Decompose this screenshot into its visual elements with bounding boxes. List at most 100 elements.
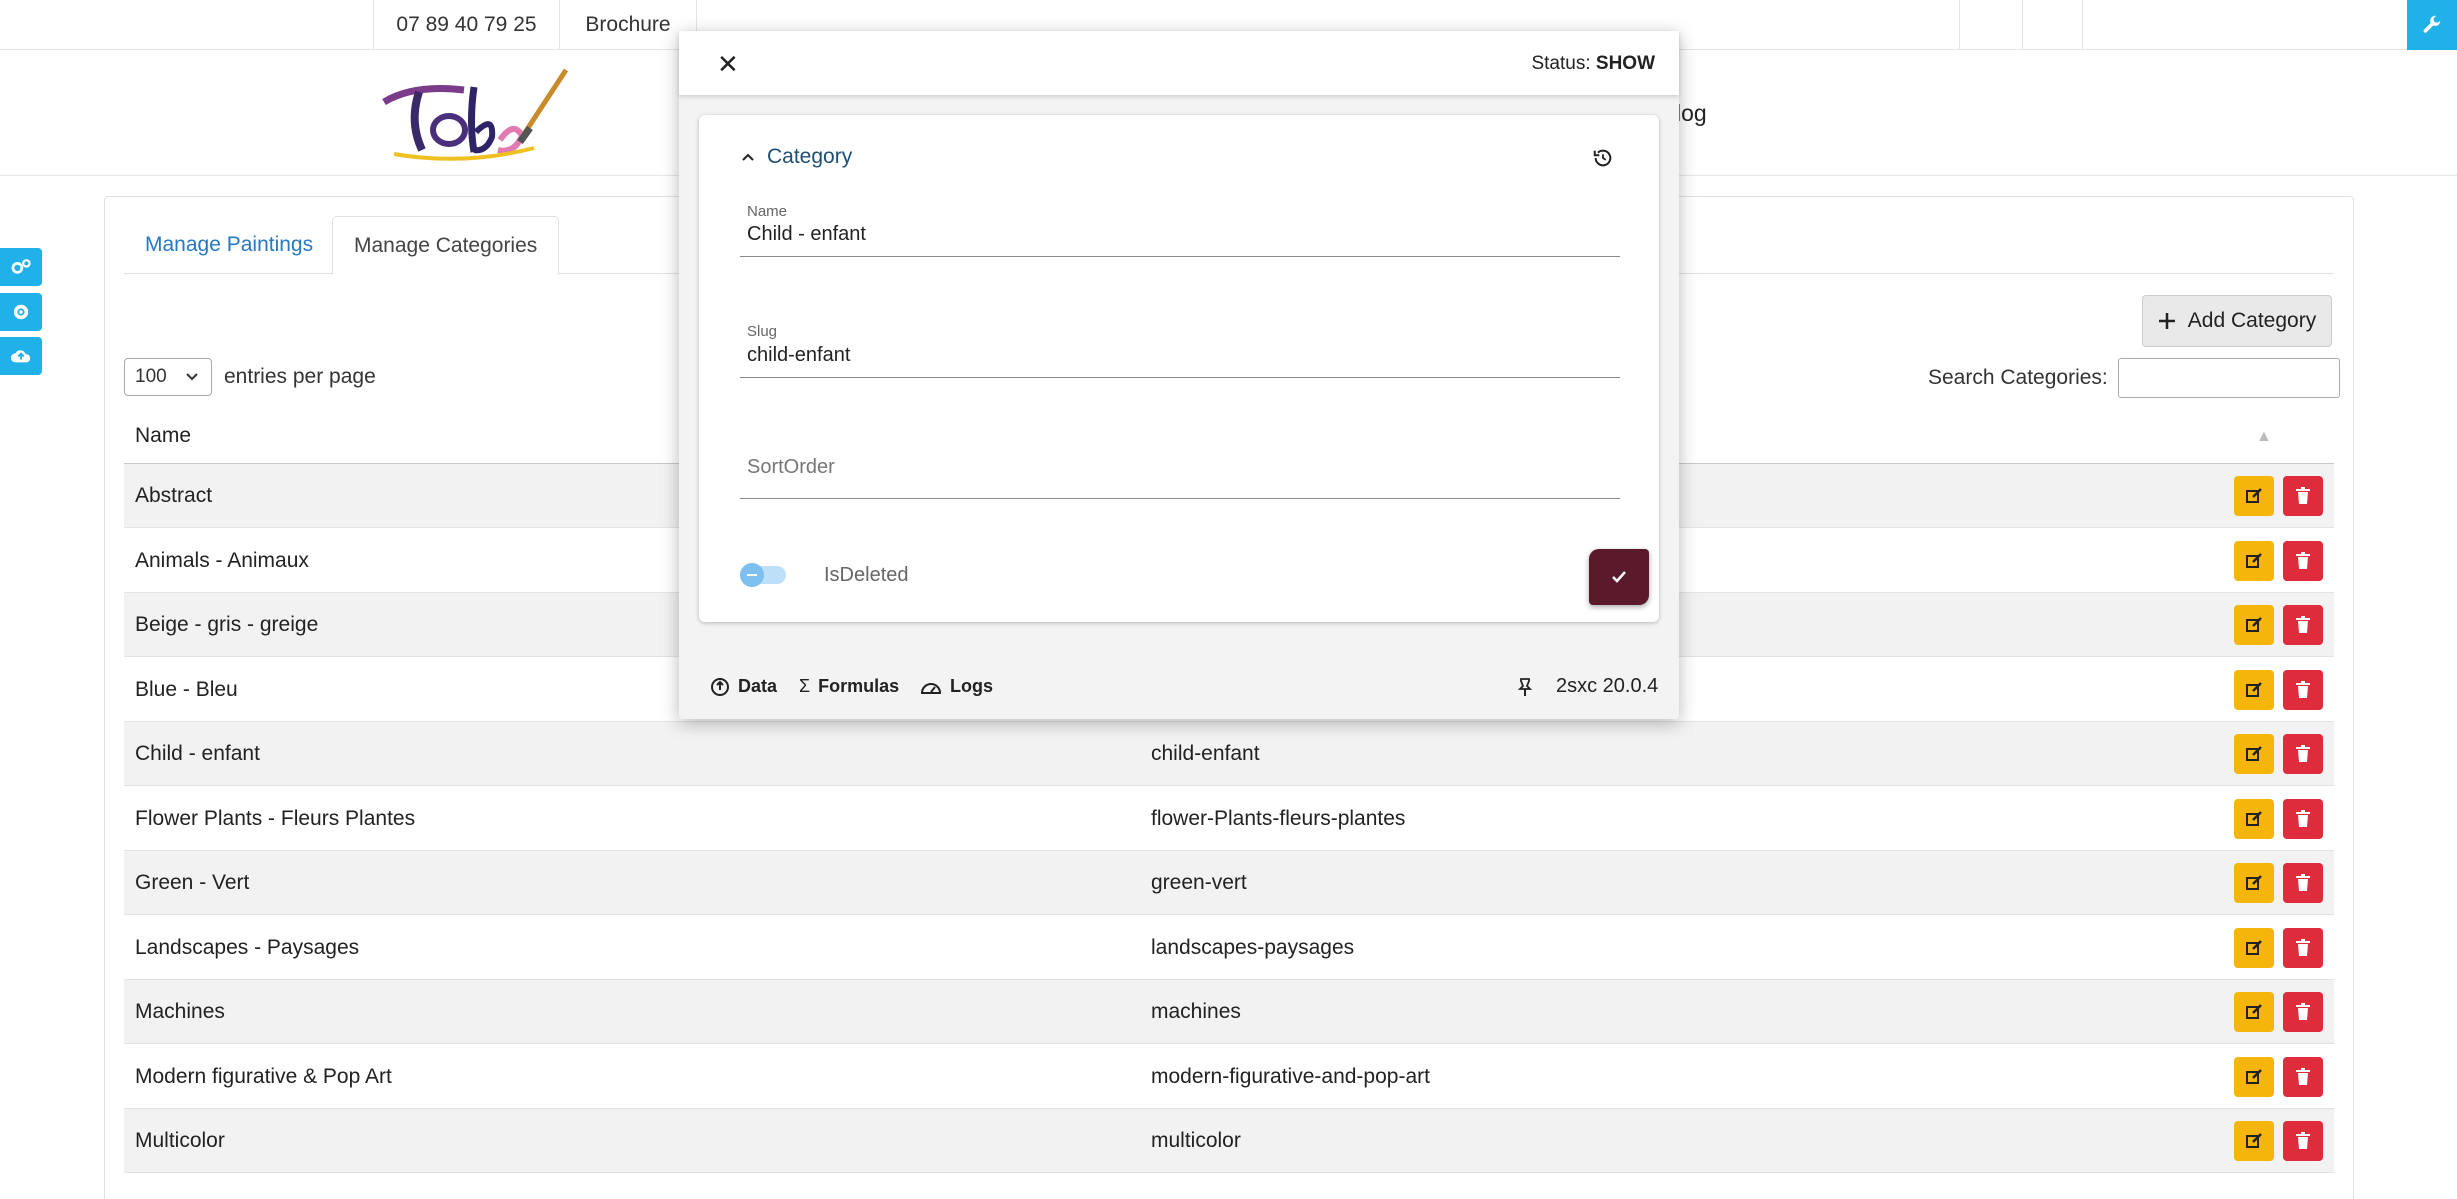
status-indicator[interactable]: Status: SHOW — [1531, 53, 1655, 75]
row-name: Landscapes - Paysages — [135, 935, 360, 959]
row-name: Animals - Animaux — [135, 548, 309, 572]
add-category-label: Add Category — [2187, 309, 2317, 332]
trash-icon — [2296, 1067, 2310, 1085]
tab-manage-paintings[interactable]: Manage Paintings — [124, 216, 334, 274]
column-header-name[interactable]: Name — [135, 424, 191, 448]
name-field[interactable]: Name Child - enfant — [740, 203, 1620, 257]
row-slug: modern-figurative-and-pop-art — [1151, 1064, 1430, 1088]
status-value: SHOW — [1595, 53, 1655, 74]
edit-button[interactable] — [2234, 1121, 2274, 1161]
delete-button[interactable] — [2283, 540, 2323, 581]
entries-label: entries per page — [224, 365, 376, 388]
table-row: Machines machines — [124, 980, 2334, 1044]
formulas-tab[interactable]: Σ Formulas — [799, 676, 899, 697]
delete-button[interactable] — [2283, 476, 2323, 516]
tab-manage-categories[interactable]: Manage Categories — [332, 216, 560, 275]
sortorder-field[interactable]: SortOrder — [740, 435, 1620, 499]
slug-field-label: Slug — [747, 323, 778, 340]
sort-icon[interactable]: ▲ — [2256, 428, 2272, 446]
edit-button[interactable] — [2234, 798, 2274, 839]
data-tab[interactable]: Data — [710, 676, 777, 697]
history-icon[interactable] — [1592, 147, 1614, 175]
check-icon — [1612, 571, 1626, 583]
row-slug: green-vert — [1151, 871, 1247, 894]
nav-item-blog[interactable]: log — [1676, 100, 1707, 127]
status-label: Status: — [1531, 53, 1591, 74]
version-label: 2sxc 20.0.4 — [1556, 675, 1659, 697]
delete-button[interactable] — [2283, 734, 2323, 774]
delete-button[interactable] — [2283, 605, 2323, 645]
chevron-up-icon — [742, 153, 754, 161]
sigma-icon: Σ — [799, 676, 811, 696]
category-form: Category Name Child - enfant Slug child-… — [699, 115, 1659, 622]
delete-button[interactable] — [2283, 992, 2323, 1032]
plus-icon — [2158, 313, 2175, 329]
edit-icon — [2246, 746, 2262, 761]
pin-icon[interactable] — [1515, 677, 1535, 702]
row-name: Machines — [135, 1000, 225, 1023]
edit-button[interactable] — [2234, 540, 2274, 581]
group-title: Category — [767, 145, 853, 168]
search-control: Search Categories: — [1928, 358, 2340, 398]
sortorder-placeholder: SortOrder — [747, 456, 835, 478]
search-input[interactable] — [2117, 358, 2340, 398]
trash-icon — [2296, 616, 2310, 633]
cogs-icon[interactable] — [0, 248, 42, 286]
wrench-icon[interactable] — [2407, 0, 2457, 50]
data-tab-label: Data — [738, 676, 778, 696]
edit-button[interactable] — [2234, 927, 2274, 968]
topbar-slot-2[interactable] — [2022, 0, 2082, 50]
add-category-button[interactable]: Add Category — [2142, 295, 2332, 347]
edit-icon — [2246, 939, 2262, 955]
row-name: Beige - gris - greige — [135, 613, 319, 636]
group-toggle[interactable]: Category — [741, 145, 852, 169]
table-row: Landscapes - Paysages landscapes-paysages — [124, 916, 2334, 980]
edit-button[interactable] — [2234, 992, 2274, 1032]
edit-button[interactable] — [2234, 863, 2274, 903]
logs-tab[interactable]: Logs — [920, 676, 993, 697]
edit-button[interactable] — [2234, 669, 2274, 710]
search-label: Search Categories: — [1928, 366, 2108, 389]
delete-button[interactable] — [2283, 669, 2323, 710]
delete-button[interactable] — [2283, 863, 2323, 903]
delete-button[interactable] — [2283, 1056, 2323, 1097]
row-slug: child-enfant — [1151, 742, 1260, 765]
trash-icon — [2296, 809, 2310, 827]
save-button[interactable] — [1589, 549, 1649, 605]
row-slug: machines — [1151, 1000, 1241, 1023]
table-row: Child - enfant child-enfant — [124, 722, 2334, 786]
edit-button[interactable] — [2234, 1056, 2274, 1097]
brochure-link[interactable]: Brochure — [559, 0, 697, 50]
name-field-label: Name — [747, 203, 788, 220]
edit-button[interactable] — [2234, 734, 2274, 774]
edit-icon — [2246, 488, 2262, 503]
isdeleted-toggle[interactable] — [740, 563, 786, 587]
delete-button[interactable] — [2283, 1121, 2323, 1161]
data-icon — [711, 677, 729, 696]
page-size-value: 100 — [135, 366, 167, 387]
slug-field-value: child-enfant — [747, 344, 851, 366]
close-icon[interactable]: ✕ — [717, 49, 739, 80]
topbar-slot-1[interactable] — [1959, 0, 2022, 50]
gear-icon[interactable] — [0, 293, 42, 331]
edit-dialog: ✕ Status: SHOW Category Name Child - enf… — [679, 31, 1679, 719]
edit-icon — [2246, 617, 2262, 632]
dialog-footer: Data Σ Formulas Logs 2sxc 20.0.4 — [679, 653, 1679, 719]
site-logo[interactable] — [374, 62, 570, 166]
edit-icon — [2246, 810, 2262, 826]
edit-button[interactable] — [2234, 476, 2274, 516]
edit-icon — [2246, 681, 2262, 697]
phone-link[interactable]: 07 89 40 79 25 — [373, 0, 559, 50]
slug-field[interactable]: Slug child-enfant — [740, 323, 1620, 378]
row-name: Flower Plants - Fleurs Plantes — [135, 806, 416, 830]
edit-button[interactable] — [2234, 605, 2274, 645]
edit-icon — [2246, 1068, 2262, 1084]
formulas-tab-label: Formulas — [818, 676, 900, 696]
entries-control: 100 entries per page — [124, 358, 376, 396]
delete-button[interactable] — [2283, 798, 2323, 839]
cloud-upload-icon[interactable] — [0, 337, 42, 375]
logs-icon — [920, 682, 942, 694]
topbar-divider — [2082, 0, 2083, 50]
page-size-select[interactable]: 100 — [124, 358, 212, 396]
delete-button[interactable] — [2283, 927, 2323, 968]
